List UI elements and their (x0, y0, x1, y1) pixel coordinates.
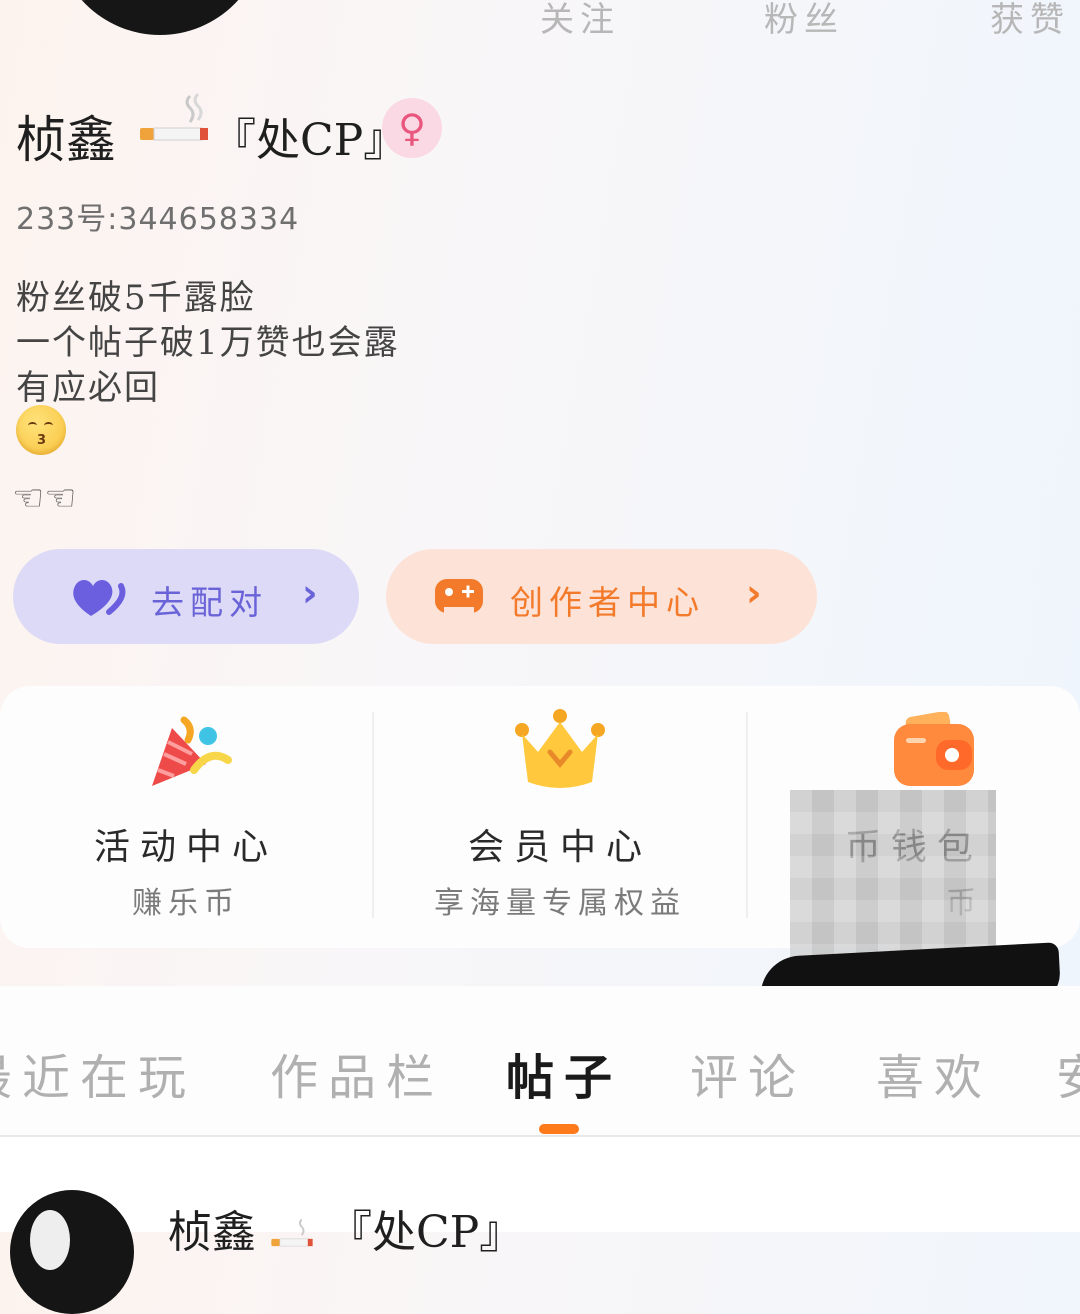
membership-center-title: 会员中心 (467, 827, 652, 868)
creator-center-button[interactable]: 创作者中心 › (386, 549, 817, 644)
profile-name: 桢鑫 (16, 111, 116, 169)
chevron-right-icon: › (302, 571, 318, 615)
user-id: 233号:344658334 (16, 202, 300, 237)
profile-avatar[interactable] (55, 0, 265, 35)
post-author-avatar[interactable] (10, 1190, 134, 1314)
tab-more[interactable]: 安 (1056, 1038, 1080, 1108)
chevron-right-icon: › (746, 571, 762, 615)
pixelated-redaction (790, 790, 996, 966)
cigarette-emoji-icon (271, 1218, 313, 1247)
double-heart-icon (73, 580, 126, 616)
crown-icon (515, 709, 605, 788)
bio-line-3: 有应必回 (16, 368, 160, 408)
female-gender-icon: ♀ (382, 98, 442, 158)
membership-center-shortcut[interactable]: 会员中心 享海量专属权益 (380, 686, 740, 948)
tab-posts[interactable]: 帖子 (506, 1038, 622, 1108)
activity-center-subtitle: 赚乐币 (132, 886, 240, 921)
tab-likes[interactable]: 喜欢 (876, 1038, 992, 1108)
creator-center-label: 创作者中心 (510, 583, 705, 622)
active-tab-indicator (539, 1124, 579, 1134)
match-button[interactable]: 去配对 › (13, 549, 359, 644)
match-label: 去配对 (151, 583, 268, 622)
gamepad-icon (435, 579, 483, 613)
cigarette-emoji-icon (140, 92, 208, 141)
post-author-name[interactable]: 桢鑫 『处CP』 (168, 1196, 523, 1260)
pointing-hands-emoji: ☜☜ (12, 478, 77, 519)
tab-recently-played[interactable]: 最近在玩 (0, 1038, 196, 1108)
membership-center-subtitle: 享海量专属权益 (434, 886, 686, 921)
profile-name-tag: 『处CP』 (212, 115, 408, 166)
wallet-icon (894, 712, 974, 786)
party-popper-icon (152, 716, 232, 786)
activity-center-shortcut[interactable]: 活动中心 赚乐币 (6, 686, 366, 948)
followers-label[interactable]: 粉丝 (764, 0, 844, 41)
tab-works[interactable]: 作品栏 (270, 1038, 444, 1108)
following-label[interactable]: 关注 (540, 0, 620, 41)
tab-comments[interactable]: 评论 (690, 1038, 806, 1108)
divider (746, 712, 748, 918)
divider (372, 712, 374, 918)
post-list (0, 1137, 1080, 1232)
bio-line-2: 一个帖子破1万赞也会露 (16, 323, 400, 363)
kissing-face-emoji-icon: 3 (16, 405, 66, 455)
bio-line-1: 粉丝破5千露脸 (16, 278, 256, 318)
activity-center-title: 活动中心 (93, 827, 278, 868)
likes-label[interactable]: 获赞 (990, 0, 1070, 41)
